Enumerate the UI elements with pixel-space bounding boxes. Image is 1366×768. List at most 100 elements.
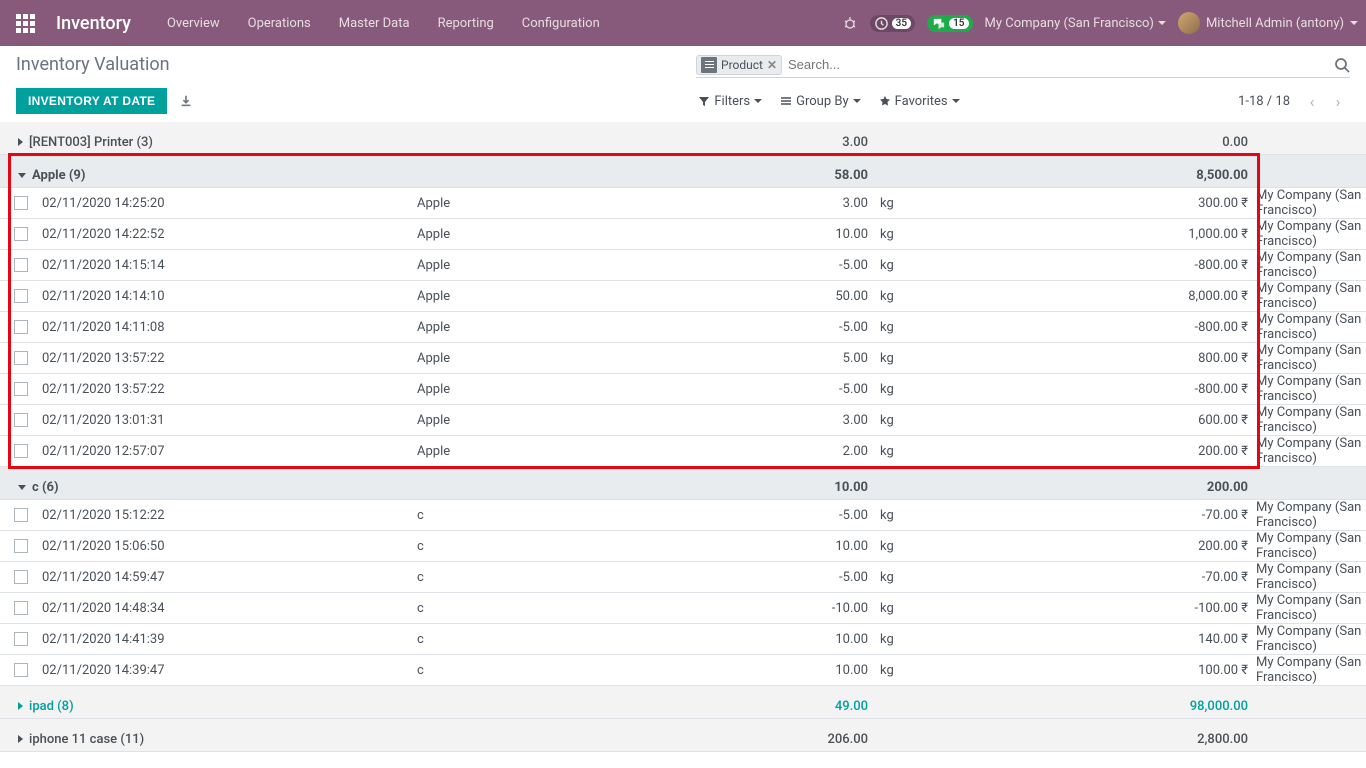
row-checkbox[interactable] [14, 320, 28, 334]
row-checkbox[interactable] [14, 258, 28, 272]
group-name: c (6) [32, 480, 59, 495]
search-input[interactable] [782, 54, 1334, 75]
list-view: [RENT003] Printer (3)3.000.00Apple (9)58… [0, 122, 1366, 752]
table-row[interactable]: 02/11/2020 15:06:50c10.00kg200.00 ₹My Co… [0, 531, 1366, 562]
cell-qty: -5.00 [672, 320, 876, 335]
groupby-button[interactable]: Group By [780, 94, 861, 109]
cell-product: Apple [417, 258, 672, 273]
cell-qty: 10.00 [672, 539, 876, 554]
cell-unit: kg [876, 227, 1046, 242]
pager-next-button[interactable]: › [1326, 89, 1350, 113]
row-checkbox[interactable] [14, 413, 28, 427]
company-selector[interactable]: My Company (San Francisco) [985, 16, 1166, 31]
caret-right-icon [18, 735, 23, 743]
table-row[interactable]: 02/11/2020 13:01:31Apple3.00kg600.00 ₹My… [0, 405, 1366, 436]
search-icon[interactable] [1334, 57, 1350, 73]
cell-unit: kg [876, 444, 1046, 459]
cell-unit: kg [876, 632, 1046, 647]
user-menu[interactable]: Mitchell Admin (antony) [1178, 12, 1358, 34]
breadcrumb: Inventory Valuation [16, 54, 676, 75]
user-name: Mitchell Admin (antony) [1206, 16, 1344, 31]
favorites-button[interactable]: Favorites [879, 94, 960, 109]
apps-menu-icon[interactable] [8, 6, 42, 40]
nav-menu-item[interactable]: Configuration [510, 8, 612, 39]
app-title[interactable]: Inventory [56, 13, 131, 34]
table-row[interactable]: 02/11/2020 14:39:47c10.00kg100.00 ₹My Co… [0, 655, 1366, 686]
group-row[interactable]: Apple (9)58.008,500.00 [0, 155, 1366, 188]
nav-menu-item[interactable]: Master Data [327, 8, 422, 39]
cell-unit: kg [876, 258, 1046, 273]
group-row[interactable]: c (6)10.00200.00 [0, 467, 1366, 500]
row-checkbox[interactable] [14, 570, 28, 584]
cell-value: 800.00 ₹ [1046, 351, 1256, 366]
cell-unit: kg [876, 320, 1046, 335]
table-row[interactable]: 02/11/2020 13:57:22Apple5.00kg800.00 ₹My… [0, 343, 1366, 374]
pager-text[interactable]: 1-18 / 18 [1238, 94, 1290, 109]
row-checkbox[interactable] [14, 227, 28, 241]
cell-product: c [417, 539, 672, 554]
table-row[interactable]: 02/11/2020 14:14:10Apple50.00kg8,000.00 … [0, 281, 1366, 312]
group-value: 98,000.00 [1046, 699, 1256, 714]
company-name: My Company (San Francisco) [985, 16, 1154, 31]
group-qty: 206.00 [672, 732, 876, 747]
table-row[interactable]: 02/11/2020 14:22:52Apple10.00kg1,000.00 … [0, 219, 1366, 250]
groupby-label: Group By [796, 94, 849, 109]
cell-product: Apple [417, 413, 672, 428]
nav-menu-item[interactable]: Overview [155, 8, 232, 39]
row-checkbox[interactable] [14, 508, 28, 522]
download-icon[interactable] [179, 94, 193, 108]
filters-button[interactable]: Filters [698, 94, 762, 109]
cell-date: 02/11/2020 14:11:08 [42, 320, 417, 335]
group-row[interactable]: ipad (8)49.0098,000.00 [0, 686, 1366, 719]
row-checkbox[interactable] [14, 289, 28, 303]
caret-down-icon [18, 173, 26, 178]
table-row[interactable]: 02/11/2020 14:41:39c10.00kg140.00 ₹My Co… [0, 624, 1366, 655]
search-chip-product[interactable]: Product ✕ [696, 55, 782, 75]
cell-date: 02/11/2020 14:25:20 [42, 196, 417, 211]
inventory-at-date-button[interactable]: Inventory at Date [16, 88, 167, 114]
group-qty: 3.00 [672, 135, 876, 150]
cell-date: 02/11/2020 14:59:47 [42, 570, 417, 585]
cell-value: -70.00 ₹ [1046, 570, 1256, 585]
cell-qty: 5.00 [672, 351, 876, 366]
search-bar[interactable]: Product ✕ [696, 54, 1350, 78]
chip-remove-icon[interactable]: ✕ [767, 58, 777, 72]
row-checkbox[interactable] [14, 601, 28, 615]
table-row[interactable]: 02/11/2020 12:57:07Apple2.00kg200.00 ₹My… [0, 436, 1366, 467]
table-row[interactable]: 02/11/2020 14:48:34c-10.00kg-100.00 ₹My … [0, 593, 1366, 624]
nav-menu-item[interactable]: Reporting [426, 8, 506, 39]
group-value: 8,500.00 [1046, 168, 1256, 183]
cell-date: 02/11/2020 15:12:22 [42, 508, 417, 523]
cell-company: My Company (San Francisco) [1256, 655, 1366, 685]
discuss-button[interactable]: 15 [927, 15, 972, 32]
cell-product: c [417, 632, 672, 647]
group-row[interactable]: iphone 11 case (11)206.002,800.00 [0, 719, 1366, 752]
group-name: [RENT003] Printer (3) [29, 135, 153, 150]
row-checkbox[interactable] [14, 351, 28, 365]
row-checkbox[interactable] [14, 539, 28, 553]
cell-unit: kg [876, 413, 1046, 428]
cell-unit: kg [876, 289, 1046, 304]
table-row[interactable]: 02/11/2020 13:57:22Apple-5.00kg-800.00 ₹… [0, 374, 1366, 405]
row-checkbox[interactable] [14, 632, 28, 646]
row-checkbox[interactable] [14, 663, 28, 677]
row-checkbox[interactable] [14, 382, 28, 396]
nav-menu-item[interactable]: Operations [236, 8, 323, 39]
pager-prev-button[interactable]: ‹ [1300, 89, 1324, 113]
debug-icon[interactable] [842, 15, 858, 31]
table-row[interactable]: 02/11/2020 14:15:14Apple-5.00kg-800.00 ₹… [0, 250, 1366, 281]
group-qty: 58.00 [672, 168, 876, 183]
cell-value: -800.00 ₹ [1046, 320, 1256, 335]
caret-right-icon [18, 138, 23, 146]
table-row[interactable]: 02/11/2020 15:12:22c-5.00kg-70.00 ₹My Co… [0, 500, 1366, 531]
table-row[interactable]: 02/11/2020 14:25:20Apple3.00kg300.00 ₹My… [0, 188, 1366, 219]
row-checkbox[interactable] [14, 196, 28, 210]
cell-product: c [417, 508, 672, 523]
table-row[interactable]: 02/11/2020 14:11:08Apple-5.00kg-800.00 ₹… [0, 312, 1366, 343]
cell-qty: 10.00 [672, 663, 876, 678]
table-row[interactable]: 02/11/2020 14:59:47c-5.00kg-70.00 ₹My Co… [0, 562, 1366, 593]
activities-button[interactable]: 35 [870, 15, 915, 32]
row-checkbox[interactable] [14, 444, 28, 458]
group-row[interactable]: [RENT003] Printer (3)3.000.00 [0, 122, 1366, 155]
cell-value: 100.00 ₹ [1046, 663, 1256, 678]
